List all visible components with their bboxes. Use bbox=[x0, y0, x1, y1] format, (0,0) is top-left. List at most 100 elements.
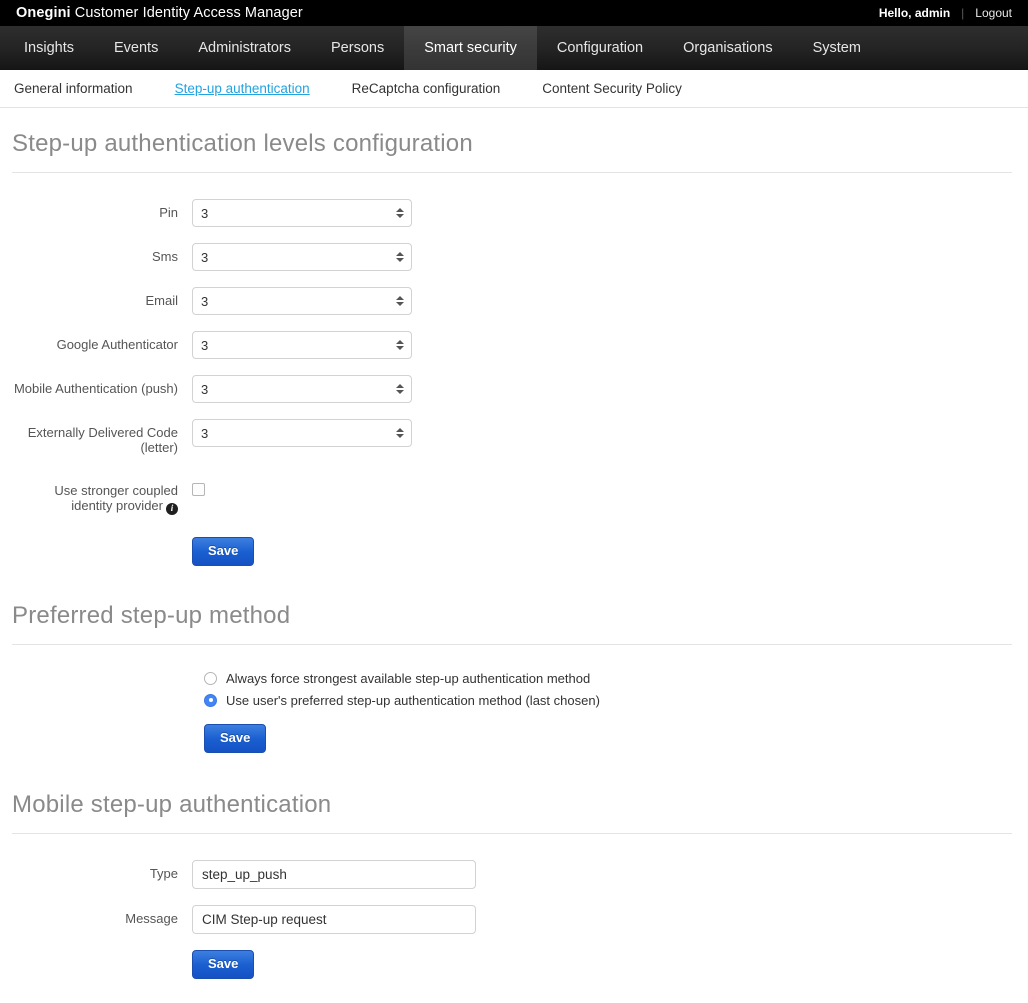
subnav-item-general-information[interactable]: General information bbox=[14, 81, 133, 96]
nav-item-insights[interactable]: Insights bbox=[4, 26, 94, 70]
topbar-user-area: Hello, admin | Logout bbox=[879, 0, 1012, 26]
form-row-sms: Sms 3 bbox=[12, 243, 1012, 271]
form-row-type: Type bbox=[12, 859, 1012, 889]
subnav-item-step-up-authentication[interactable]: Step-up authentication bbox=[175, 81, 310, 96]
levels-save-spacer bbox=[12, 537, 192, 543]
levels-section-title: Step-up authentication levels configurat… bbox=[12, 130, 473, 157]
mobile-stepup-section-title: Mobile step-up authentication bbox=[12, 790, 332, 818]
type-input[interactable] bbox=[192, 859, 476, 889]
levels-section-divider bbox=[12, 172, 1012, 173]
sub-navigation: General information Step-up authenticati… bbox=[0, 70, 1028, 108]
form-row-message: Message bbox=[12, 904, 1012, 934]
mobile-save-wrap: Save bbox=[192, 949, 1012, 979]
pin-label: Pin bbox=[159, 205, 178, 220]
preferred-method-section-title: Preferred step-up method bbox=[12, 601, 291, 629]
google-authenticator-label: Google Authenticator bbox=[56, 337, 178, 352]
google-authenticator-select[interactable]: 3 bbox=[192, 331, 412, 359]
email-select[interactable]: 3 bbox=[192, 287, 412, 315]
save-button-preferred[interactable]: Save bbox=[204, 723, 267, 753]
nav-item-system[interactable]: System bbox=[793, 26, 881, 70]
subnav-item-recaptcha-configuration[interactable]: ReCaptcha configuration bbox=[352, 81, 501, 96]
message-label: Message bbox=[125, 910, 178, 926]
sms-select[interactable]: 3 bbox=[192, 243, 412, 271]
levels-save-row: Save bbox=[12, 536, 1012, 566]
chevron-updown-icon bbox=[396, 428, 404, 438]
pin-field-wrap: 3 bbox=[192, 199, 1012, 227]
form-row-email: Email 3 bbox=[12, 287, 1012, 315]
nav-item-organisations[interactable]: Organisations bbox=[663, 26, 792, 70]
externally-delivered-code-select[interactable]: 3 bbox=[192, 419, 412, 447]
form-row-google-authenticator: Google Authenticator 3 bbox=[12, 331, 1012, 359]
info-icon[interactable]: i bbox=[166, 502, 178, 515]
mobile-stepup-form: Type Message Save bbox=[12, 859, 1012, 979]
brand-name: Onegini bbox=[16, 5, 71, 21]
topbar-divider: | bbox=[961, 6, 965, 20]
form-row-stronger-coupled-idp: Use stronger coupled identity provider i bbox=[12, 477, 1012, 515]
mobile-authentication-field-wrap: 3 bbox=[192, 375, 1012, 403]
preferred-method-options: Always force strongest available step-up… bbox=[12, 671, 1012, 753]
externally-delivered-code-field-wrap: 3 bbox=[192, 419, 1012, 447]
mobile-stepup-section-divider bbox=[12, 832, 1012, 834]
nav-item-administrators[interactable]: Administrators bbox=[178, 26, 311, 70]
save-button-mobile[interactable]: Save bbox=[192, 949, 255, 979]
preferred-method-section-divider bbox=[12, 643, 1012, 645]
google-authenticator-field-wrap: 3 bbox=[192, 331, 1012, 359]
nav-item-events[interactable]: Events bbox=[94, 26, 178, 70]
app-brand: Onegini Customer Identity Access Manager bbox=[16, 5, 303, 21]
externally-delivered-code-label: Externally Delivered Code (letter) bbox=[27, 425, 178, 455]
message-field-wrap bbox=[192, 904, 1012, 934]
nav-item-persons[interactable]: Persons bbox=[311, 26, 404, 70]
google-authenticator-select-value: 3 bbox=[201, 337, 209, 353]
mobile-stepup-section: Mobile step-up authentication Type Messa… bbox=[0, 791, 1028, 979]
mobile-save-row: Save bbox=[12, 949, 1012, 979]
save-button-levels[interactable]: Save bbox=[192, 536, 255, 566]
form-row-pin: Pin 3 bbox=[12, 199, 1012, 227]
chevron-updown-icon bbox=[396, 340, 404, 350]
radio-row-force-strongest[interactable]: Always force strongest available step-up… bbox=[204, 671, 1012, 686]
externally-delivered-code-select-value: 3 bbox=[201, 425, 209, 441]
mobile-authentication-select[interactable]: 3 bbox=[192, 375, 412, 403]
topbar: Onegini Customer Identity Access Manager… bbox=[0, 0, 1028, 26]
form-row-mobile-authentication: Mobile Authentication (push) 3 bbox=[12, 375, 1012, 403]
email-label: Email bbox=[145, 293, 178, 308]
preferred-save-wrap: Save bbox=[204, 723, 1012, 753]
preferred-method-section: Preferred step-up method Always force st… bbox=[0, 602, 1028, 753]
chevron-updown-icon bbox=[396, 208, 404, 218]
radio-force-strongest[interactable] bbox=[204, 671, 217, 685]
main-navigation: Insights Events Administrators Persons S… bbox=[0, 26, 1028, 70]
sms-label: Sms bbox=[152, 249, 178, 264]
chevron-updown-icon bbox=[396, 296, 404, 306]
chevron-updown-icon bbox=[396, 384, 404, 394]
mobile-save-spacer bbox=[12, 950, 192, 956]
radio-row-user-preferred[interactable]: Use user's preferred step-up authenticat… bbox=[204, 693, 1012, 708]
radio-user-preferred-label: Use user's preferred step-up authenticat… bbox=[226, 692, 600, 708]
logout-link[interactable]: Logout bbox=[975, 6, 1012, 20]
page-content: Step-up authentication levels configurat… bbox=[0, 130, 1028, 979]
stronger-coupled-idp-label-text: Use stronger coupled identity provider bbox=[54, 483, 178, 513]
sms-field-wrap: 3 bbox=[192, 243, 1012, 271]
email-field-wrap: 3 bbox=[192, 287, 1012, 315]
greeting-label: Hello, admin bbox=[878, 6, 951, 20]
levels-save-wrap: Save bbox=[192, 536, 1012, 566]
mobile-authentication-select-value: 3 bbox=[201, 381, 209, 397]
sms-select-value: 3 bbox=[201, 249, 209, 265]
brand-tagline: Customer Identity Access Manager bbox=[70, 5, 303, 21]
subnav-item-content-security-policy[interactable]: Content Security Policy bbox=[542, 81, 682, 96]
radio-user-preferred[interactable] bbox=[204, 693, 217, 707]
email-select-value: 3 bbox=[201, 293, 209, 309]
stronger-coupled-idp-field-wrap bbox=[192, 477, 1012, 499]
levels-form: Pin 3 Sms 3 Email 3 Google Authenticator… bbox=[12, 199, 1012, 566]
type-field-wrap bbox=[192, 859, 1012, 889]
form-row-externally-delivered-code: Externally Delivered Code (letter) 3 bbox=[12, 419, 1012, 455]
nav-item-smart-security[interactable]: Smart security bbox=[404, 26, 537, 70]
chevron-updown-icon bbox=[396, 252, 404, 262]
nav-item-configuration[interactable]: Configuration bbox=[537, 26, 663, 70]
preferred-method-form: Always force strongest available step-up… bbox=[12, 671, 1012, 753]
pin-select[interactable]: 3 bbox=[192, 199, 412, 227]
message-input[interactable] bbox=[192, 904, 476, 934]
levels-section: Step-up authentication levels configurat… bbox=[0, 130, 1028, 566]
radio-force-strongest-label: Always force strongest available step-up… bbox=[226, 670, 591, 686]
stronger-coupled-idp-label: Use stronger coupled identity provider i bbox=[12, 477, 192, 515]
pin-select-value: 3 bbox=[201, 205, 209, 221]
stronger-coupled-idp-checkbox[interactable] bbox=[192, 483, 205, 496]
